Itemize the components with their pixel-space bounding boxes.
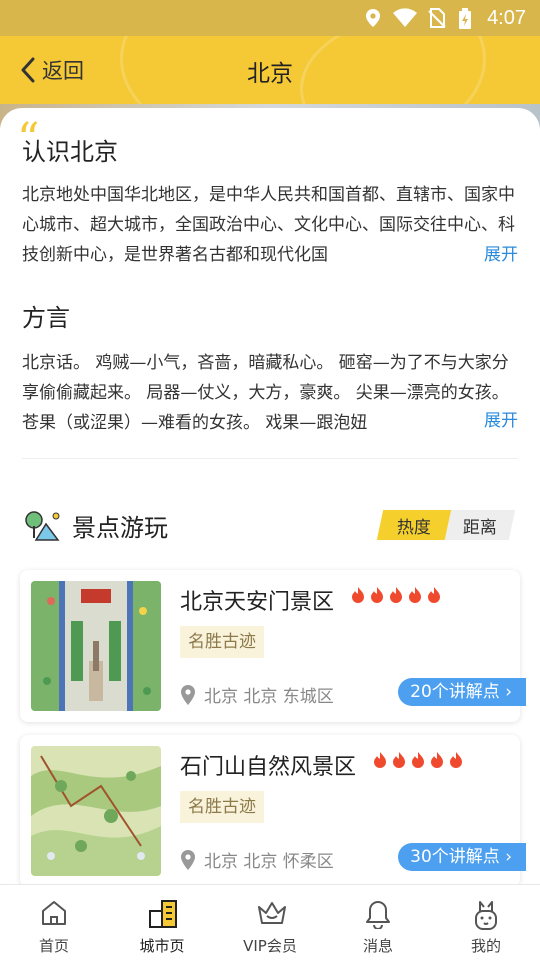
- chevron-right-icon: ›: [499, 847, 512, 867]
- flame-icon: [412, 752, 424, 768]
- flame-icon: [374, 752, 386, 768]
- bell-icon: [366, 901, 390, 929]
- flame-icon: [428, 587, 440, 603]
- spot-location: 北京 北京 东城区: [180, 682, 334, 707]
- location-status-icon: [366, 9, 380, 27]
- tab-messages-label: 消息: [362, 937, 393, 955]
- about-expand-link[interactable]: 展开: [462, 240, 518, 265]
- flame-icon: [431, 752, 443, 768]
- category-tag: 名胜古迹: [180, 626, 264, 658]
- battery-icon: [459, 8, 471, 29]
- spot-thumbnail: [31, 746, 161, 876]
- dialect-expand-link[interactable]: 展开: [462, 406, 518, 431]
- spot-name: 石门山自然风景区: [180, 755, 357, 780]
- tab-vip[interactable]: VIP会员: [216, 885, 324, 961]
- spot-name: 北京天安门景区: [180, 590, 335, 615]
- location-pin-icon: [181, 684, 195, 705]
- divider: [22, 458, 518, 459]
- spot-location: 北京 北京 怀柔区: [180, 847, 334, 872]
- city-icon: [149, 900, 177, 928]
- rabbit-icon: [475, 901, 497, 930]
- sort-by-heat-label: 热度: [397, 517, 431, 538]
- heat-rating: [372, 751, 464, 769]
- category-tag: 名胜古迹: [180, 791, 264, 823]
- tab-vip-label: VIP会员: [243, 937, 297, 955]
- clock: 4:07: [487, 7, 526, 29]
- about-title: 认识北京: [22, 138, 118, 166]
- flame-icon: [390, 587, 402, 603]
- flame-icon: [352, 587, 364, 603]
- chevron-right-icon: ›: [499, 682, 512, 702]
- sort-by-distance-label: 距离: [463, 517, 497, 538]
- location-pin-icon: [181, 849, 195, 870]
- spots-header: 景点游玩: [22, 508, 168, 543]
- heat-rating: [350, 586, 442, 604]
- tab-profile-label: 我的: [470, 937, 501, 955]
- home-icon: [42, 901, 66, 925]
- page-header: 返回 北京: [0, 36, 540, 104]
- flame-icon: [393, 752, 405, 768]
- audio-points-label: 30个讲解点: [410, 847, 500, 867]
- tab-messages[interactable]: 消息: [324, 885, 432, 961]
- about-text: 北京地处中国华北地区，是中华人民共和国首都、直辖市、国家中心城市、超大城市，全国…: [22, 185, 515, 265]
- spot-thumbnail: [31, 581, 161, 711]
- spot-card[interactable]: 北京天安门景区 名胜古迹 北京 北京 东城区 20个讲解点 ›: [20, 570, 526, 722]
- status-bar: 4:07: [0, 0, 540, 36]
- sort-by-distance-tab[interactable]: 距离: [444, 510, 516, 540]
- tab-home-label: 首页: [38, 937, 69, 955]
- tab-profile[interactable]: 我的: [432, 885, 540, 961]
- flame-icon: [450, 752, 462, 768]
- bottom-tab-bar: 首页 城市页 VIP会员 消息 我的: [0, 884, 540, 961]
- dialect-title: 方言: [22, 304, 70, 332]
- spots-title: 景点游玩: [72, 514, 168, 542]
- scenery-icon: [25, 510, 60, 541]
- sort-toggle: 热度 距离: [376, 510, 516, 540]
- audio-points-label: 20个讲解点: [410, 682, 500, 702]
- no-sim-icon: [428, 8, 446, 28]
- dialect-text: 北京话。 鸡贼—小气，吝啬，暗藏私心。 砸窑—为了不与大家分享偷偷藏起来。 局器…: [22, 353, 509, 433]
- spot-location-text: 北京 北京 东城区: [204, 687, 334, 707]
- content-panel: “ 认识北京 北京地处中国华北地区，是中华人民共和国首都、直辖市、国家中心城市、…: [0, 108, 540, 888]
- spot-location-text: 北京 北京 怀柔区: [204, 852, 334, 872]
- page-title: 北京: [247, 61, 293, 87]
- wifi-icon: [393, 8, 417, 27]
- flame-icon: [371, 587, 383, 603]
- audio-points-badge[interactable]: 30个讲解点 ›: [398, 843, 526, 871]
- tab-city[interactable]: 城市页: [108, 885, 216, 961]
- tab-home[interactable]: 首页: [0, 885, 108, 961]
- sort-by-heat-tab[interactable]: 热度: [376, 510, 452, 540]
- spot-card[interactable]: 石门山自然风景区 名胜古迹 北京 北京 怀柔区 30个讲解点 ›: [20, 735, 526, 887]
- audio-points-badge[interactable]: 20个讲解点 ›: [398, 678, 526, 706]
- flame-icon: [409, 587, 421, 603]
- tab-city-label: 城市页: [139, 937, 185, 955]
- crown-icon: [258, 902, 286, 924]
